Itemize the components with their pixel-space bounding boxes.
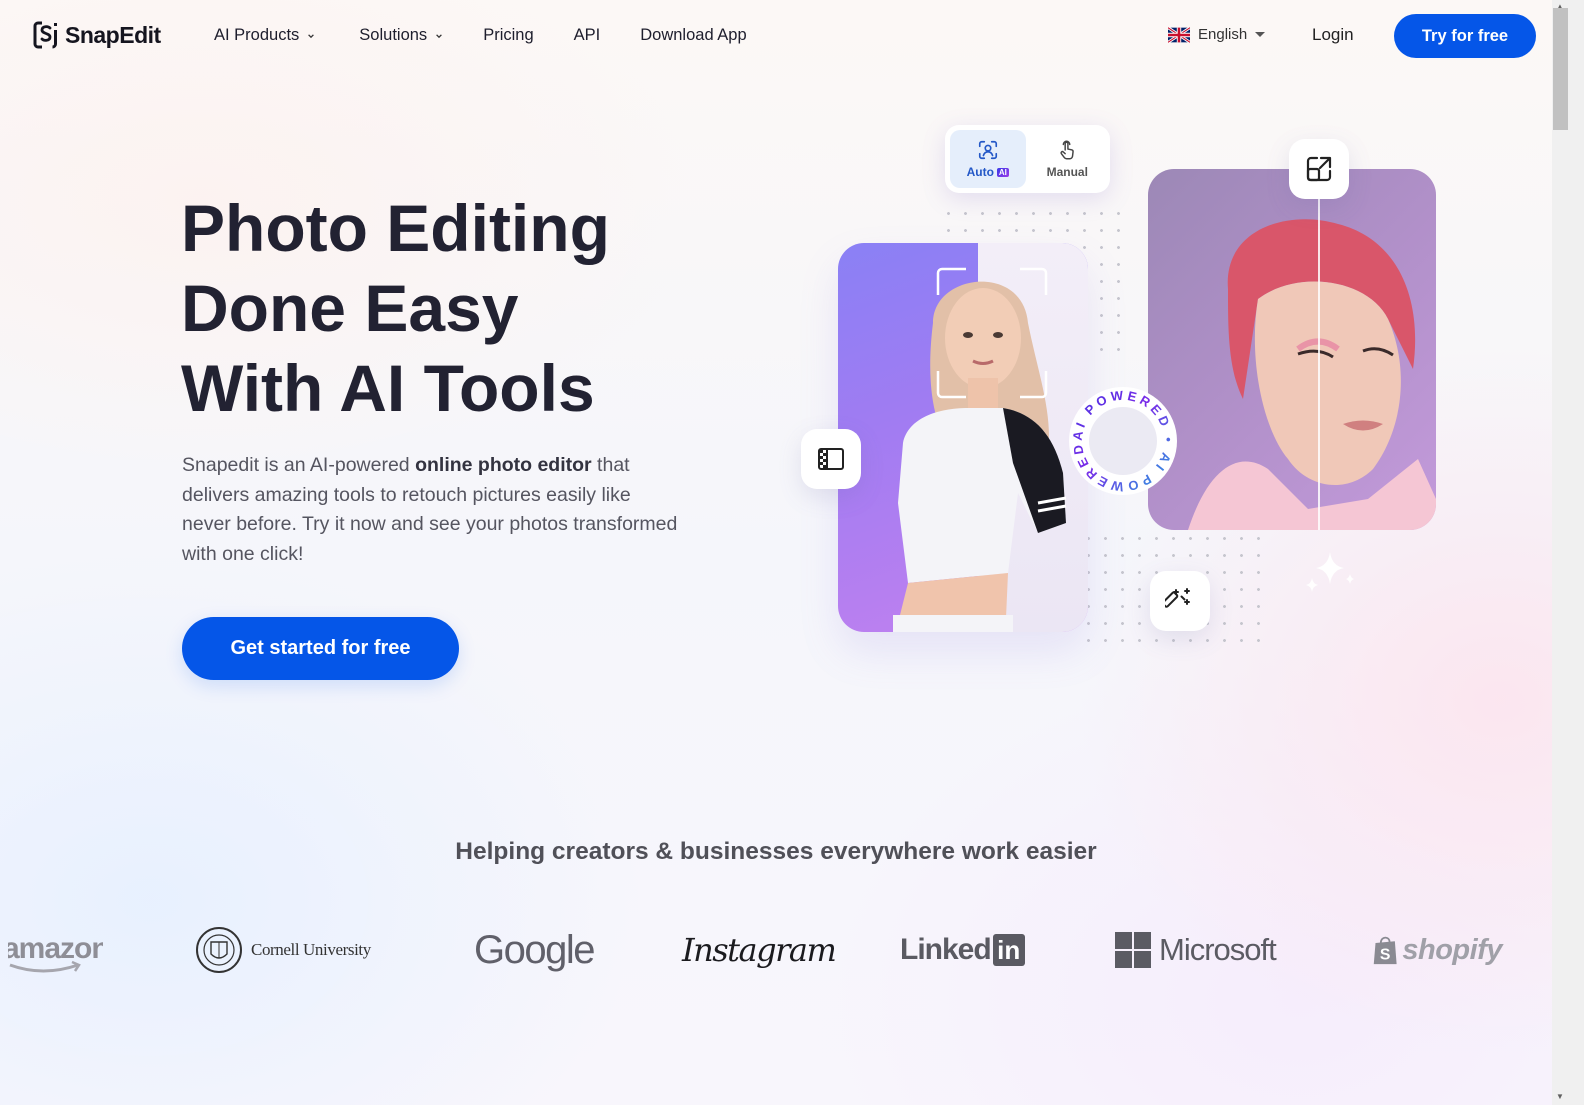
main-nav: AI Products Solutions Pricing API Downlo…	[214, 26, 787, 45]
mode-auto[interactable]: Auto AI	[950, 130, 1026, 188]
scrollbar-thumb[interactable]	[1553, 8, 1568, 130]
uk-flag-icon	[1168, 26, 1190, 43]
nav-label: AI Products	[214, 26, 300, 44]
face-scan-icon	[978, 140, 997, 160]
cornell-wordmark: Cornell University	[251, 940, 371, 959]
amazon-wordmark: amazon	[8, 932, 103, 965]
shopify-bag-icon: S	[1373, 936, 1397, 965]
desc-text: Snapedit is an AI-powered	[182, 454, 416, 476]
nav-label: API	[573, 26, 601, 44]
scroll-down-arrow-icon[interactable]: ▼	[1555, 1092, 1565, 1101]
try-for-free-button[interactable]: Try for free	[1394, 14, 1536, 58]
scrollbar-track[interactable]	[1552, 0, 1584, 1105]
google-wordmark: Google	[474, 927, 595, 972]
hero-title-line: Photo Editing	[181, 191, 610, 265]
magic-wand-button[interactable]	[1150, 571, 1210, 631]
nav-label: Download App	[640, 26, 747, 44]
logo-text: SnapEdit	[65, 21, 161, 48]
ai-powered-badge: AI POWERED • AI POWERED •	[1063, 373, 1179, 497]
brand-instagram: Instagram	[682, 920, 837, 980]
get-started-button[interactable]: Get started for free	[182, 617, 459, 680]
mode-manual[interactable]: Manual	[1030, 130, 1106, 188]
instagram-wordmark: Instagram	[682, 931, 837, 969]
hero-title-line: Done Easy	[181, 271, 519, 345]
nav-api[interactable]: API	[574, 26, 601, 45]
brand-microsoft: Microsoft	[1115, 920, 1285, 980]
after-photo-card	[1148, 169, 1436, 530]
brand-amazon: amazon	[8, 920, 108, 980]
ai-badge: AI	[996, 168, 1009, 177]
brand-cornell: Cornell University	[195, 920, 385, 980]
nav-label: Solutions	[359, 26, 428, 44]
hero-title-line: With AI Tools	[181, 351, 595, 425]
chevron-down-icon	[308, 33, 315, 38]
chevron-down-icon	[436, 33, 443, 38]
background-remove-button[interactable]	[801, 429, 861, 489]
nav-pricing[interactable]: Pricing	[483, 26, 533, 45]
mode-label: Manual	[1046, 165, 1088, 179]
expand-button[interactable]	[1289, 139, 1349, 199]
microsoft-windows-icon	[1115, 932, 1151, 968]
sparkle-icon	[1306, 552, 1354, 592]
hero-title: Photo Editing Done Easy With AI Tools	[181, 188, 610, 428]
caret-down-icon	[1255, 31, 1266, 37]
cornell-seal-icon	[196, 927, 242, 973]
language-label: English	[1198, 26, 1248, 43]
background-remove-icon	[818, 448, 844, 470]
magic-wand-icon	[1165, 588, 1190, 608]
site-header: SnapEdit AI Products Solutions Pricing A…	[0, 0, 1552, 72]
woman-photo-illustration	[893, 267, 1067, 632]
trust-title: Helping creators & businesses everywhere…	[455, 838, 1097, 865]
microsoft-wordmark: Microsoft	[1159, 932, 1277, 967]
linkedin-wordmark: Linked	[900, 933, 992, 966]
logo[interactable]: SnapEdit	[33, 20, 161, 50]
redhead-photo-illustration	[1188, 169, 1436, 530]
language-selector[interactable]: English	[1168, 26, 1266, 43]
page: SnapEdit AI Products Solutions Pricing A…	[0, 0, 1552, 1105]
brand-logos: amazon Cornell University Google Instagr…	[0, 920, 1552, 980]
hand-pointer-icon	[1060, 140, 1075, 160]
mode-label: Auto AI	[966, 165, 1009, 179]
brand-shopify: S shopify	[1372, 920, 1502, 980]
before-photo-card	[838, 243, 1088, 632]
mode-toggle: Auto AI Manual	[945, 125, 1110, 193]
brand-linkedin: Linked in	[900, 920, 1025, 980]
shopify-wordmark: shopify	[1402, 933, 1502, 966]
nav-solutions[interactable]: Solutions	[359, 26, 443, 45]
expand-icon	[1306, 156, 1332, 182]
nav-ai-products[interactable]: AI Products	[214, 26, 315, 45]
linkedin-in-icon: in	[992, 934, 1025, 966]
login-link[interactable]: Login	[1312, 25, 1354, 45]
hero-description: Snapedit is an AI-powered online photo e…	[182, 451, 682, 569]
nav-label: Pricing	[483, 26, 534, 44]
desc-bold: online photo editor	[415, 454, 592, 476]
nav-download-app[interactable]: Download App	[640, 26, 746, 45]
brand-google: Google	[474, 920, 595, 980]
snapedit-logo-icon	[33, 20, 61, 50]
svg-text:S: S	[1380, 947, 1391, 964]
